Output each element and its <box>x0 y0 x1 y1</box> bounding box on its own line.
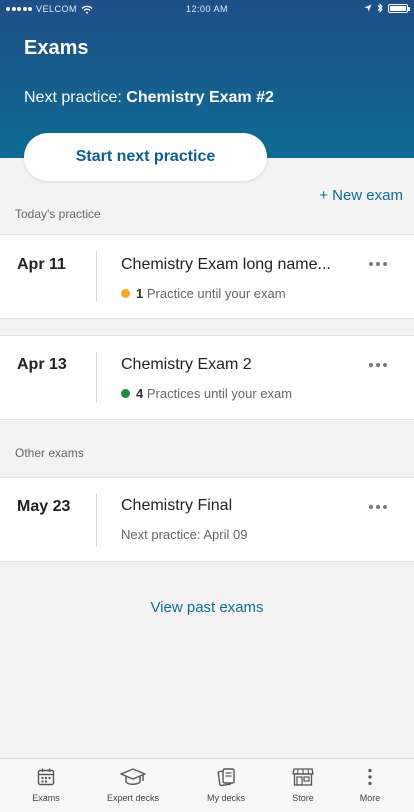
exam-date: Apr 13 <box>17 356 67 373</box>
exam-card[interactable]: Apr 13 Chemistry Exam 2 4 Practices unti… <box>0 335 414 420</box>
tab-label: My decks <box>206 793 245 803</box>
bluetooth-icon <box>377 3 383 13</box>
exam-name: Chemistry Exam long name... <box>121 256 331 273</box>
store-icon <box>292 768 314 786</box>
status-dot <box>121 389 130 398</box>
more-options-icon[interactable] <box>368 362 388 368</box>
start-next-practice-button[interactable]: Start next practice <box>24 133 267 181</box>
tab-exams[interactable]: Exams <box>5 767 87 803</box>
more-vertical-icon <box>368 768 372 786</box>
view-past-exams-link[interactable]: View past exams <box>0 599 414 616</box>
card-divider <box>96 251 97 302</box>
next-practice-subtitle: Next practice: April 09 <box>121 527 248 542</box>
new-exam-button[interactable]: + New exam <box>319 187 403 204</box>
card-divider <box>96 494 97 547</box>
practice-count-line: 1 Practice until your exam <box>121 286 286 301</box>
cards-icon <box>217 768 235 787</box>
practice-count: 1 <box>136 286 144 301</box>
todays-practice-label: Today's practice <box>15 207 101 221</box>
tab-expert-decks[interactable]: Expert decks <box>92 767 174 803</box>
exam-date: Apr 11 <box>17 256 66 273</box>
page-title: Exams <box>24 37 89 59</box>
practice-count-text: Practices until your exam <box>146 386 293 401</box>
status-right <box>364 3 410 13</box>
next-practice-exam: Chemistry Exam #2 <box>126 89 274 106</box>
location-arrow-icon <box>364 4 372 12</box>
graduation-cap-icon <box>120 768 146 785</box>
tab-more[interactable]: More <box>329 767 411 803</box>
practice-count: 4 <box>136 386 144 401</box>
tab-label: Exams <box>32 793 60 803</box>
calendar-icon <box>37 768 55 786</box>
status-dot <box>121 289 130 298</box>
exam-name: Chemistry Exam 2 <box>121 356 252 373</box>
tab-label: Expert decks <box>106 793 160 803</box>
tab-label: More <box>359 793 381 803</box>
more-options-icon[interactable] <box>368 504 388 510</box>
next-practice-line: Next practice: Chemistry Exam #2 <box>24 89 274 107</box>
exam-name: Chemistry Final <box>121 497 233 514</box>
practice-count-text: Practice until your exam <box>146 286 286 301</box>
card-divider <box>96 352 97 403</box>
practice-count-line: 4 Practices until your exam <box>121 386 292 401</box>
exam-date: May 23 <box>17 498 71 515</box>
tab-my-decks[interactable]: My decks <box>185 767 267 803</box>
tab-bar: Exams Expert decks My decks Store More <box>0 758 414 812</box>
status-time: 12:00 AM <box>185 4 229 14</box>
next-practice-prefix: Next practice: <box>24 89 122 106</box>
status-bar: VELCOM 12:00 AM <box>0 0 414 18</box>
tab-label: Store <box>292 793 314 803</box>
other-exams-label: Other exams <box>15 446 84 460</box>
exam-card[interactable]: Apr 11 Chemistry Exam long name... 1 Pra… <box>0 234 414 319</box>
battery-icon <box>388 3 410 13</box>
exam-card[interactable]: May 23 Chemistry Final Next practice: Ap… <box>0 477 414 562</box>
more-options-icon[interactable] <box>368 261 388 267</box>
